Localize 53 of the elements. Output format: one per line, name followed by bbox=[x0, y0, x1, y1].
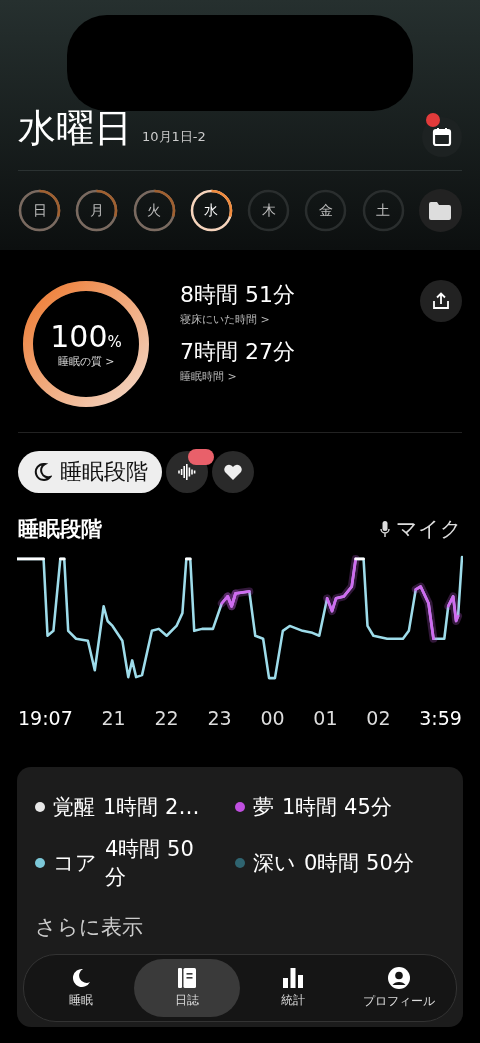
time-label: 01 bbox=[313, 707, 338, 729]
time-label: 19:07 bbox=[18, 707, 73, 729]
day-button[interactable]: 木 bbox=[247, 189, 291, 232]
duration-value: 7時間 27分 bbox=[180, 338, 296, 366]
stage-duration: 0時間 50分 bbox=[304, 850, 415, 877]
stage-duration: 1時間 45分 bbox=[282, 794, 393, 821]
heart-icon bbox=[223, 463, 243, 481]
calendar-icon bbox=[432, 127, 452, 147]
time-label: 22 bbox=[154, 707, 179, 729]
heart-tab[interactable] bbox=[212, 451, 254, 493]
time-label: 21 bbox=[101, 707, 126, 729]
stage-duration: 4時間 50分 bbox=[105, 836, 195, 891]
moon-icon bbox=[32, 462, 52, 482]
quality-percent: 100% bbox=[50, 319, 122, 354]
day-title: 水曜日 bbox=[18, 106, 132, 150]
journal-icon bbox=[178, 967, 196, 988]
stage-label: 夢 bbox=[253, 794, 274, 821]
duration-value: 8時間 51分 bbox=[180, 281, 296, 309]
profile-icon bbox=[388, 966, 410, 989]
day-button[interactable]: 日 bbox=[18, 189, 61, 232]
share-icon bbox=[432, 292, 450, 310]
nav-tab[interactable]: 日誌 bbox=[134, 959, 240, 1017]
day-button[interactable]: 月 bbox=[75, 189, 119, 232]
time-label: 00 bbox=[260, 707, 285, 729]
bar-chart-icon bbox=[283, 967, 303, 988]
day-button[interactable]: 土 bbox=[361, 189, 405, 232]
moon-icon bbox=[71, 967, 91, 988]
stage-duration: 1時間 2… bbox=[103, 794, 201, 821]
chart-title: 睡眠段階 bbox=[18, 516, 102, 543]
microphone-icon bbox=[380, 521, 390, 537]
stage-label: 覚醒 bbox=[53, 794, 95, 821]
share-button[interactable] bbox=[420, 280, 462, 322]
date-range: 10月1日-2 bbox=[142, 128, 207, 146]
folder-icon bbox=[429, 201, 452, 220]
folder-button[interactable] bbox=[418, 189, 462, 232]
day-button[interactable]: 金 bbox=[304, 189, 348, 232]
day-button[interactable]: 火 bbox=[132, 189, 176, 232]
time-label: 02 bbox=[366, 707, 391, 729]
stage-label: コア bbox=[53, 850, 97, 877]
stages-tab[interactable]: 睡眠段階 bbox=[18, 451, 162, 493]
time-label: 3:59 bbox=[419, 707, 462, 729]
nav-tab[interactable]: プロフィール bbox=[346, 959, 452, 1017]
duration-link[interactable]: 寝床にいた時間 > bbox=[180, 312, 270, 327]
nav-tab[interactable]: 統計 bbox=[240, 959, 346, 1017]
quality-link[interactable]: 睡眠の質 > bbox=[57, 354, 115, 369]
nav-tab[interactable]: 睡眠 bbox=[28, 959, 134, 1017]
waveform-icon bbox=[177, 463, 197, 481]
time-label: 23 bbox=[207, 707, 232, 729]
source-label: マイク bbox=[396, 516, 462, 543]
show-more-link[interactable]: さらに表示 bbox=[35, 913, 143, 941]
day-button[interactable]: 水 bbox=[189, 189, 233, 232]
stage-label: 深い bbox=[253, 850, 296, 877]
duration-link[interactable]: 睡眠時間 > bbox=[180, 369, 237, 384]
